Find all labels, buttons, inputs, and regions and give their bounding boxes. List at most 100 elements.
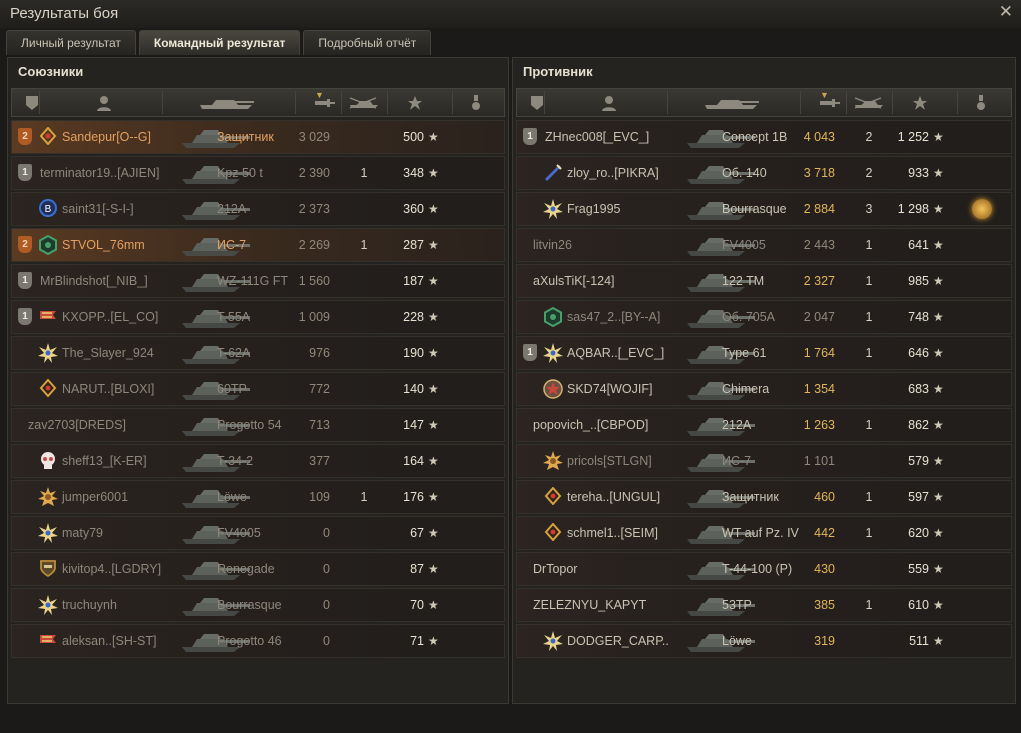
header-kills-icon[interactable] [850, 93, 888, 112]
player-row[interactable]: aXulsTiK[-124] 122 TM 2 327 1 985 ★ [516, 264, 1012, 298]
header-separator [892, 91, 893, 114]
player-row[interactable]: 1 AQBAR..[_EVC_] Type 61 1 764 1 646 ★ [516, 336, 1012, 370]
player-name: DODGER_CARP.. [567, 634, 669, 648]
damage-value: 1 560 [298, 274, 330, 288]
player-row[interactable]: NARUT..[BLOXI] 60TP 772 140 ★ [11, 372, 505, 406]
player-row[interactable]: litvin26 FV4005 2 443 1 641 ★ [516, 228, 1012, 262]
tab-detailed-report[interactable]: Подробный отчёт [303, 30, 432, 55]
xp-star-icon: ★ [933, 310, 944, 324]
damage-value: 442 [814, 526, 835, 540]
kills-value: 1 [865, 346, 873, 360]
tab-personal-result[interactable]: Личный результат [6, 30, 136, 55]
player-row[interactable]: sas47_2..[BY--A] Об. 705А 2 047 1 748 ★ [516, 300, 1012, 334]
damage-value: 713 [309, 418, 330, 432]
player-row[interactable]: 2 Sandepur[O--G] Защитник 3 029 500 ★ [11, 120, 505, 154]
player-row[interactable]: 2 STVOL_76mm ИС-7 2 269 1 287 ★ [11, 228, 505, 262]
player-row[interactable]: 1 ZHnec008[_EVC_] Concept 1B 4 043 2 1 252 ★ [516, 120, 1012, 154]
header-medal-icon[interactable] [974, 93, 988, 112]
damage-value: 2 269 [298, 238, 330, 252]
header-damage-icon[interactable]: ▼ [312, 90, 338, 112]
vehicle-name: 60TP [217, 382, 247, 396]
vehicle-name: ИС-7 [722, 454, 752, 468]
xp-star-icon: ★ [428, 166, 439, 180]
player-row[interactable]: DrTopor T-44-100 (P) 430 559 ★ [516, 552, 1012, 586]
header-tank-icon[interactable] [702, 93, 762, 112]
header-platoon-icon[interactable] [529, 93, 545, 112]
player-row[interactable]: SKD74[WOJIF] Chimera 1 354 683 ★ [516, 372, 1012, 406]
xp-value: 287 [403, 238, 424, 252]
damage-value: 1 764 [803, 346, 835, 360]
kills-value [859, 373, 879, 405]
player-name: kivitop4..[LGDRY] [62, 562, 162, 576]
header-damage-icon[interactable]: ▼ [817, 90, 843, 112]
header-medal-icon[interactable] [469, 93, 483, 112]
vehicle-name: Type 61 [722, 346, 767, 360]
kills-value: 1 [865, 418, 873, 432]
xp-star-icon: ★ [933, 418, 944, 432]
damage-value: 0 [323, 598, 330, 612]
header-player-icon[interactable] [92, 93, 116, 112]
xp-value: 176 [403, 490, 424, 504]
xp-value: 579 [908, 454, 929, 468]
header-kills-icon[interactable] [345, 93, 383, 112]
xp-value: 620 [908, 526, 929, 540]
kills-value [354, 409, 374, 441]
kills-value [354, 373, 374, 405]
damage-value: 976 [309, 346, 330, 360]
kills-value [354, 553, 374, 585]
player-row[interactable]: Bsaint31[-S-I-] 212A 2 373 360 ★ [11, 192, 505, 226]
header-xp-star-icon[interactable] [404, 93, 426, 112]
player-row[interactable]: ZELEZNYU_KAPYT 53TP 385 1 610 ★ [516, 588, 1012, 622]
player-name: jumper6001 [62, 490, 129, 504]
player-row[interactable]: zav2703[DREDS] Progetto 54 713 147 ★ [11, 408, 505, 442]
player-row[interactable]: jumper6001 Löwe 109 1 176 ★ [11, 480, 505, 514]
damage-value: 109 [309, 490, 330, 504]
header-separator [39, 91, 40, 114]
player-row[interactable]: 1 MrBlindshot[_NIB_] WZ-111G FT 1 560 187 ★ [11, 264, 505, 298]
platoon-badge: 2 [18, 128, 32, 145]
close-icon[interactable]: ✕ [999, 2, 1013, 22]
hexagon-icon [543, 306, 563, 328]
platoon-badge: 1 [18, 164, 32, 181]
player-row[interactable]: aleksan..[SH-ST] Progetto 46 0 71 ★ [11, 624, 505, 658]
damage-value: 460 [814, 490, 835, 504]
kills-value: 2 [865, 166, 873, 180]
vehicle-name: FV4005 [217, 526, 261, 540]
xp-value: 187 [403, 274, 424, 288]
player-row[interactable]: maty79 FV4005 0 67 ★ [11, 516, 505, 550]
player-row[interactable]: sheff13_[K-ER] T-34-2 377 164 ★ [11, 444, 505, 478]
player-name: DrTopor [533, 562, 578, 576]
star-burst-icon [543, 631, 563, 651]
header-platoon-icon[interactable] [24, 93, 40, 112]
player-row[interactable]: 1 terminator19..[AJIEN] Kpz 50 t 2 390 1 348 ★ [11, 156, 505, 190]
player-name: Frag1995 [567, 202, 621, 216]
player-row[interactable]: schmel1..[SEIM] WT auf Pz. IV 442 1 620 ★ [516, 516, 1012, 550]
header-tank-icon[interactable] [197, 93, 257, 112]
xp-value: 511 [909, 634, 929, 648]
header-player-icon[interactable] [597, 93, 621, 112]
xp-value: 985 [908, 274, 929, 288]
header-separator [846, 91, 847, 114]
player-row[interactable]: kivitop4..[LGDRY] Renegade 0 87 ★ [11, 552, 505, 586]
player-row[interactable]: pricols[STLGN] ИС-7 1 101 579 ★ [516, 444, 1012, 478]
player-name: KXOPP..[EL_CO] [62, 310, 159, 324]
player-row[interactable]: DODGER_CARP.. Löwe 319 511 ★ [516, 624, 1012, 658]
player-row[interactable]: tereha..[UNGUL] Защитник 460 1 597 ★ [516, 480, 1012, 514]
kills-value [354, 517, 374, 549]
kills-value: 1 [360, 166, 368, 180]
player-row[interactable]: 1 KXOPP..[EL_CO] T 55A 1 009 228 ★ [11, 300, 505, 334]
kills-value: 3 [865, 202, 873, 216]
xp-value: 164 [403, 454, 424, 468]
player-row[interactable]: truchuynh Bourrasque 0 70 ★ [11, 588, 505, 622]
player-row[interactable]: popovich_..[CBPOD] 212A 1 263 1 862 ★ [516, 408, 1012, 442]
medal-icon[interactable] [972, 199, 992, 219]
tab-team-result[interactable]: Командный результат [138, 30, 301, 55]
diamond-icon [543, 486, 563, 507]
player-row[interactable]: Frag1995 Bourrasque 2 884 3 1 298 ★ [516, 192, 1012, 226]
flag-icon [38, 307, 58, 327]
player-row[interactable]: zloy_ro..[PIKRA] Об. 140 3 718 2 933 ★ [516, 156, 1012, 190]
player-row[interactable]: The_Slayer_924 T-62A 976 190 ★ [11, 336, 505, 370]
header-xp-star-icon[interactable] [909, 93, 931, 112]
player-name: aXulsTiK[-124] [533, 274, 615, 288]
damage-value: 2 390 [298, 166, 330, 180]
